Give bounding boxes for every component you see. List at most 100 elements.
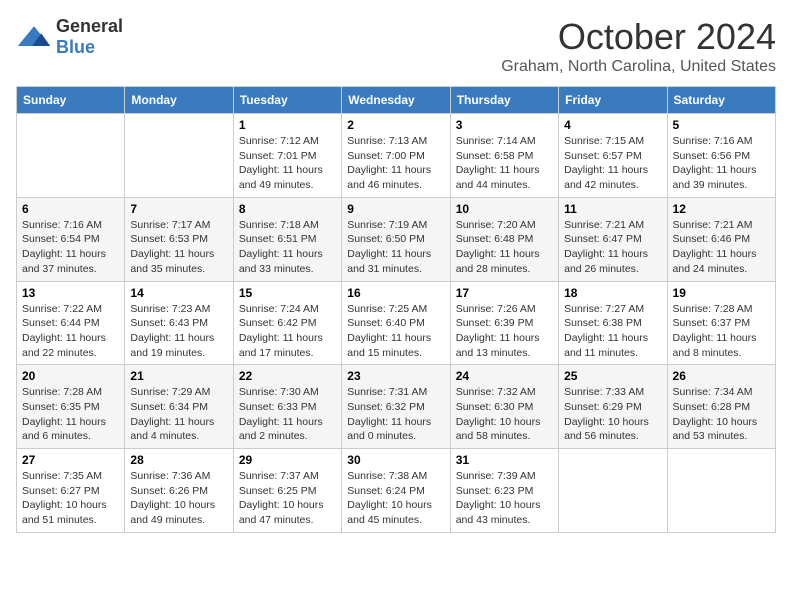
day-info: Sunrise: 7:37 AMSunset: 6:25 PMDaylight:… (239, 469, 336, 528)
day-number: 24 (456, 369, 553, 383)
calendar-cell: 24 Sunrise: 7:32 AMSunset: 6:30 PMDayligh… (450, 365, 558, 449)
day-info: Sunrise: 7:30 AMSunset: 6:33 PMDaylight:… (239, 385, 336, 444)
day-info: Sunrise: 7:35 AMSunset: 6:27 PMDaylight:… (22, 469, 119, 528)
calendar-day-header: Saturday (667, 87, 775, 114)
day-info: Sunrise: 7:16 AMSunset: 6:54 PMDaylight:… (22, 218, 119, 277)
calendar-cell: 2 Sunrise: 7:13 AMSunset: 7:00 PMDaylight… (342, 114, 450, 198)
month-title: October 2024 (501, 16, 776, 58)
calendar-table: SundayMondayTuesdayWednesdayThursdayFrid… (16, 86, 776, 533)
calendar-cell: 20 Sunrise: 7:28 AMSunset: 6:35 PMDayligh… (17, 365, 125, 449)
day-info: Sunrise: 7:14 AMSunset: 6:58 PMDaylight:… (456, 134, 553, 193)
day-number: 30 (347, 453, 444, 467)
logo-general: General (56, 16, 123, 36)
calendar-cell: 11 Sunrise: 7:21 AMSunset: 6:47 PMDayligh… (559, 197, 667, 281)
day-info: Sunrise: 7:26 AMSunset: 6:39 PMDaylight:… (456, 302, 553, 361)
calendar-cell: 28 Sunrise: 7:36 AMSunset: 6:26 PMDayligh… (125, 449, 233, 533)
calendar-cell (667, 449, 775, 533)
day-info: Sunrise: 7:13 AMSunset: 7:00 PMDaylight:… (347, 134, 444, 193)
day-info: Sunrise: 7:16 AMSunset: 6:56 PMDaylight:… (673, 134, 770, 193)
day-info: Sunrise: 7:29 AMSunset: 6:34 PMDaylight:… (130, 385, 227, 444)
day-number: 20 (22, 369, 119, 383)
calendar-cell: 6Sunrise: 7:16 AMSunset: 6:54 PMDaylight… (17, 197, 125, 281)
day-number: 28 (130, 453, 227, 467)
day-info: Sunrise: 7:28 AMSunset: 6:37 PMDaylight:… (673, 302, 770, 361)
calendar-cell: 8Sunrise: 7:18 AMSunset: 6:51 PMDaylight… (233, 197, 341, 281)
day-info: Sunrise: 7:24 AMSunset: 6:42 PMDaylight:… (239, 302, 336, 361)
calendar-cell: 23Sunrise: 7:31 AMSunset: 6:32 PMDayligh… (342, 365, 450, 449)
day-number: 23 (347, 369, 444, 383)
calendar-body: 1 Sunrise: 7:12 AMSunset: 7:01 PMDaylight… (17, 114, 776, 533)
day-info: Sunrise: 7:21 AMSunset: 6:46 PMDaylight:… (673, 218, 770, 277)
day-number: 26 (673, 369, 770, 383)
day-number: 1 (239, 118, 336, 132)
day-info: Sunrise: 7:18 AMSunset: 6:51 PMDaylight:… (239, 218, 336, 277)
title-section: October 2024 Graham, North Carolina, Uni… (501, 16, 776, 76)
calendar-cell: 18 Sunrise: 7:27 AMSunset: 6:38 PMDayligh… (559, 281, 667, 365)
day-number: 3 (456, 118, 553, 132)
calendar-week-row: 20 Sunrise: 7:28 AMSunset: 6:35 PMDayligh… (17, 365, 776, 449)
day-info: Sunrise: 7:28 AMSunset: 6:35 PMDaylight:… (22, 385, 119, 444)
calendar-cell: 5 Sunrise: 7:16 AMSunset: 6:56 PMDaylight… (667, 114, 775, 198)
calendar-cell: 15 Sunrise: 7:24 AMSunset: 6:42 PMDayligh… (233, 281, 341, 365)
day-info: Sunrise: 7:15 AMSunset: 6:57 PMDaylight:… (564, 134, 661, 193)
calendar-cell: 29 Sunrise: 7:37 AMSunset: 6:25 PMDayligh… (233, 449, 341, 533)
calendar-week-row: 27 Sunrise: 7:35 AMSunset: 6:27 PMDayligh… (17, 449, 776, 533)
calendar-cell: 10 Sunrise: 7:20 AMSunset: 6:48 PMDayligh… (450, 197, 558, 281)
day-number: 9 (347, 202, 444, 216)
calendar-week-row: 1 Sunrise: 7:12 AMSunset: 7:01 PMDaylight… (17, 114, 776, 198)
calendar-cell: 21Sunrise: 7:29 AMSunset: 6:34 PMDayligh… (125, 365, 233, 449)
day-number: 11 (564, 202, 661, 216)
calendar-cell: 30 Sunrise: 7:38 AMSunset: 6:24 PMDayligh… (342, 449, 450, 533)
calendar-week-row: 13Sunrise: 7:22 AMSunset: 6:44 PMDayligh… (17, 281, 776, 365)
logo: General Blue (16, 16, 123, 58)
calendar-cell: 13Sunrise: 7:22 AMSunset: 6:44 PMDayligh… (17, 281, 125, 365)
calendar-cell: 9 Sunrise: 7:19 AMSunset: 6:50 PMDaylight… (342, 197, 450, 281)
calendar-day-header: Wednesday (342, 87, 450, 114)
calendar-header-row: SundayMondayTuesdayWednesdayThursdayFrid… (17, 87, 776, 114)
day-number: 7 (130, 202, 227, 216)
calendar-cell: 16Sunrise: 7:25 AMSunset: 6:40 PMDayligh… (342, 281, 450, 365)
day-number: 2 (347, 118, 444, 132)
day-info: Sunrise: 7:12 AMSunset: 7:01 PMDaylight:… (239, 134, 336, 193)
day-info: Sunrise: 7:32 AMSunset: 6:30 PMDaylight:… (456, 385, 553, 444)
calendar-cell: 31 Sunrise: 7:39 AMSunset: 6:23 PMDayligh… (450, 449, 558, 533)
day-info: Sunrise: 7:38 AMSunset: 6:24 PMDaylight:… (347, 469, 444, 528)
day-number: 29 (239, 453, 336, 467)
calendar-day-header: Friday (559, 87, 667, 114)
day-info: Sunrise: 7:36 AMSunset: 6:26 PMDaylight:… (130, 469, 227, 528)
day-info: Sunrise: 7:39 AMSunset: 6:23 PMDaylight:… (456, 469, 553, 528)
day-info: Sunrise: 7:23 AMSunset: 6:43 PMDaylight:… (130, 302, 227, 361)
day-number: 31 (456, 453, 553, 467)
calendar-cell (559, 449, 667, 533)
logo-icon (16, 24, 52, 50)
day-number: 13 (22, 286, 119, 300)
calendar-cell: 7 Sunrise: 7:17 AMSunset: 6:53 PMDaylight… (125, 197, 233, 281)
day-number: 12 (673, 202, 770, 216)
day-info: Sunrise: 7:33 AMSunset: 6:29 PMDaylight:… (564, 385, 661, 444)
day-number: 15 (239, 286, 336, 300)
calendar-cell: 17 Sunrise: 7:26 AMSunset: 6:39 PMDayligh… (450, 281, 558, 365)
day-number: 16 (347, 286, 444, 300)
calendar-day-header: Thursday (450, 87, 558, 114)
calendar-day-header: Sunday (17, 87, 125, 114)
calendar-cell: 25Sunrise: 7:33 AMSunset: 6:29 PMDayligh… (559, 365, 667, 449)
day-number: 17 (456, 286, 553, 300)
calendar-day-header: Monday (125, 87, 233, 114)
day-info: Sunrise: 7:17 AMSunset: 6:53 PMDaylight:… (130, 218, 227, 277)
location-title: Graham, North Carolina, United States (501, 58, 776, 76)
day-number: 27 (22, 453, 119, 467)
day-number: 10 (456, 202, 553, 216)
day-number: 5 (673, 118, 770, 132)
calendar-cell: 14Sunrise: 7:23 AMSunset: 6:43 PMDayligh… (125, 281, 233, 365)
calendar-cell: 19Sunrise: 7:28 AMSunset: 6:37 PMDayligh… (667, 281, 775, 365)
calendar-cell: 26Sunrise: 7:34 AMSunset: 6:28 PMDayligh… (667, 365, 775, 449)
calendar-cell: 27 Sunrise: 7:35 AMSunset: 6:27 PMDayligh… (17, 449, 125, 533)
day-info: Sunrise: 7:20 AMSunset: 6:48 PMDaylight:… (456, 218, 553, 277)
day-info: Sunrise: 7:27 AMSunset: 6:38 PMDaylight:… (564, 302, 661, 361)
calendar-cell: 1 Sunrise: 7:12 AMSunset: 7:01 PMDaylight… (233, 114, 341, 198)
day-number: 18 (564, 286, 661, 300)
day-info: Sunrise: 7:21 AMSunset: 6:47 PMDaylight:… (564, 218, 661, 277)
day-info: Sunrise: 7:19 AMSunset: 6:50 PMDaylight:… (347, 218, 444, 277)
calendar-day-header: Tuesday (233, 87, 341, 114)
logo-blue: Blue (56, 37, 95, 57)
